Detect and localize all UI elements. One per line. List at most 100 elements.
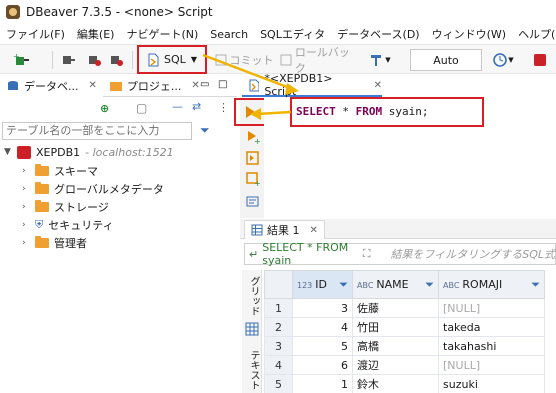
cell-romaji[interactable]: suzuki <box>438 374 545 393</box>
row-number[interactable]: 4 <box>264 355 293 375</box>
table-row[interactable]: 1 3 佐藤 [NULL] <box>264 298 545 318</box>
execute-script-icon[interactable] <box>246 151 260 165</box>
tree-item-schema[interactable]: › スキーマ <box>22 162 98 180</box>
menu-database[interactable]: データベース(D) <box>331 26 426 42</box>
table-row[interactable]: 3 5 高橋 takahashi <box>264 336 545 356</box>
text-type-icon: ABC <box>443 280 460 290</box>
shield-icon: ⛨ <box>35 218 44 231</box>
filter-icon[interactable]: ⏷ <box>200 123 210 138</box>
chevron-down-icon[interactable]: ▼ <box>4 147 12 157</box>
history-button[interactable]: ▼ <box>488 50 518 70</box>
chevron-right-icon[interactable]: › <box>22 238 30 248</box>
close-icon[interactable]: ✕ <box>310 225 318 236</box>
title-bar: DBeaver 7.3.5 - <none> Script <box>0 0 556 24</box>
grid-icon[interactable] <box>245 322 259 336</box>
results-tab-label: 結果 1 <box>267 224 300 237</box>
chevron-right-icon[interactable]: › <box>22 184 30 194</box>
chevron-down-icon: ▼ <box>385 56 391 64</box>
row-number[interactable]: 3 <box>264 336 293 356</box>
results-grid: 123 ID ⏷ ABC NAME ⏷ ABC ROMAJI ⏷ 1 3 佐藤 [NU… <box>264 270 545 393</box>
menu-sql-editor[interactable]: SQLエディタ <box>254 26 331 42</box>
grid-view-toggle[interactable]: グリッド <box>246 276 261 316</box>
new-connection-button[interactable]: + <box>8 50 36 70</box>
tab-database-navigator[interactable]: データベ... ✕ <box>0 74 103 97</box>
cell-name[interactable]: 鈴木 <box>352 374 439 393</box>
column-name: ROMAJI <box>462 277 503 291</box>
cell-id[interactable]: 4 <box>292 317 353 337</box>
cell-romaji[interactable]: [NULL] <box>438 355 545 375</box>
column-header-name[interactable]: ABC NAME ⏷ <box>352 270 439 299</box>
cell-id[interactable]: 1 <box>292 374 353 393</box>
close-icon[interactable]: ✕ <box>374 80 382 91</box>
collapse-all-icon[interactable]: — <box>172 100 183 113</box>
cell-name[interactable]: 渡辺 <box>352 355 439 375</box>
table-row[interactable]: 4 6 渡辺 [NULL] <box>264 355 545 375</box>
transaction-mode-button[interactable]: ▼ <box>366 50 394 70</box>
row-number[interactable]: 5 <box>264 374 293 393</box>
cell-name[interactable]: 高橋 <box>352 336 439 356</box>
grid-icon <box>251 224 263 236</box>
filter-sort-icon[interactable]: ⏷ <box>339 278 348 292</box>
filter-sort-icon[interactable]: ⏷ <box>425 278 434 292</box>
cell-romaji[interactable]: takeda <box>438 317 545 337</box>
chevron-right-icon[interactable]: › <box>22 220 30 230</box>
results-tab-1[interactable]: 結果 1 ✕ <box>244 220 325 239</box>
explain-plan-icon[interactable] <box>246 194 260 208</box>
disconnect-button[interactable] <box>84 50 104 70</box>
tree-item-admin[interactable]: › 管理者 <box>22 234 87 252</box>
tab-projects[interactable]: プロジェ... ✕ <box>103 75 206 97</box>
cell-romaji[interactable]: takahashi <box>438 336 545 356</box>
row-number[interactable]: 2 <box>264 317 293 337</box>
navigator-filter-input[interactable]: テーブル名の一部をここに入力 <box>2 122 192 140</box>
plug-disconnect-icon <box>89 56 101 66</box>
execute-script-new-tab-icon[interactable]: + <box>246 172 260 186</box>
column-name: NAME <box>376 277 409 291</box>
connection-node[interactable]: ▼ XEPDB1 - localhost:1521 <box>4 143 174 161</box>
cell-id[interactable]: 3 <box>292 298 353 318</box>
tree-item-label: 管理者 <box>54 237 87 250</box>
results-filter-placeholder[interactable]: 結果をフィルタリングするSQL式 <box>390 246 555 262</box>
new-connection-icon[interactable]: ⊕ <box>100 102 109 115</box>
chevron-right-icon[interactable]: › <box>22 202 30 212</box>
row-number[interactable]: 1 <box>264 298 293 318</box>
connect-button[interactable] <box>58 50 78 70</box>
expand-icon[interactable]: ⛶ <box>363 247 371 261</box>
table-row[interactable]: 2 4 竹田 takeda <box>264 317 545 337</box>
menu-edit[interactable]: 編集(E) <box>71 26 121 42</box>
text-type-icon: ABC <box>357 280 374 290</box>
connection-host: - localhost:1521 <box>85 145 174 159</box>
menu-window[interactable]: ウィンドウ(W) <box>426 26 512 42</box>
menu-search[interactable]: Search <box>204 28 254 41</box>
menu-navigate[interactable]: ナビゲート(N) <box>120 26 204 42</box>
text-view-toggle[interactable]: テキスト <box>246 350 261 390</box>
column-header-id[interactable]: 123 ID ⏷ <box>292 270 353 299</box>
cell-id[interactable]: 6 <box>292 355 353 375</box>
connection-name: XEPDB1 <box>36 145 81 159</box>
tree-item-security[interactable]: › ⛨ セキュリティ <box>22 216 114 234</box>
new-folder-icon[interactable]: ▢ <box>136 101 147 115</box>
cell-romaji[interactable]: [NULL] <box>438 298 545 318</box>
plug-add-icon: + <box>13 52 29 65</box>
plug-icon <box>63 56 75 64</box>
cell-name[interactable]: 佐藤 <box>352 298 439 318</box>
chevron-right-icon[interactable]: › <box>22 166 30 176</box>
sql-statement[interactable]: SELECT * FROM syain; <box>296 105 428 118</box>
menu-help[interactable]: ヘルプ(H) <box>512 26 556 42</box>
filter-sort-icon[interactable]: ⏷ <box>531 278 540 292</box>
close-icon[interactable]: ✕ <box>89 80 97 91</box>
cancel-button[interactable] <box>530 50 550 70</box>
tree-item-global-metadata[interactable]: › グローバルメタデータ <box>22 180 164 198</box>
execute-new-tab-icon[interactable]: + <box>246 130 260 144</box>
table-row[interactable]: 5 1 鈴木 suzuki <box>264 374 545 393</box>
column-header-romaji[interactable]: ABC ROMAJI ⏷ <box>438 270 545 299</box>
menu-file[interactable]: ファイル(F) <box>0 26 71 42</box>
tree-item-storage[interactable]: › ストレージ <box>22 198 109 216</box>
cell-id[interactable]: 5 <box>292 336 353 356</box>
svg-text:+: + <box>254 137 260 144</box>
invalidate-button[interactable] <box>106 50 126 70</box>
cell-name[interactable]: 竹田 <box>352 317 439 337</box>
results-query: SELECT * FROM syain <box>262 241 349 267</box>
sql-table-name: syain; <box>382 105 429 118</box>
transaction-mode-select[interactable]: Auto <box>410 49 482 71</box>
results-filter-bar[interactable]: ↵ SELECT * FROM syain ⛶ 結果をフィルタリングするSQL式 <box>244 241 556 267</box>
